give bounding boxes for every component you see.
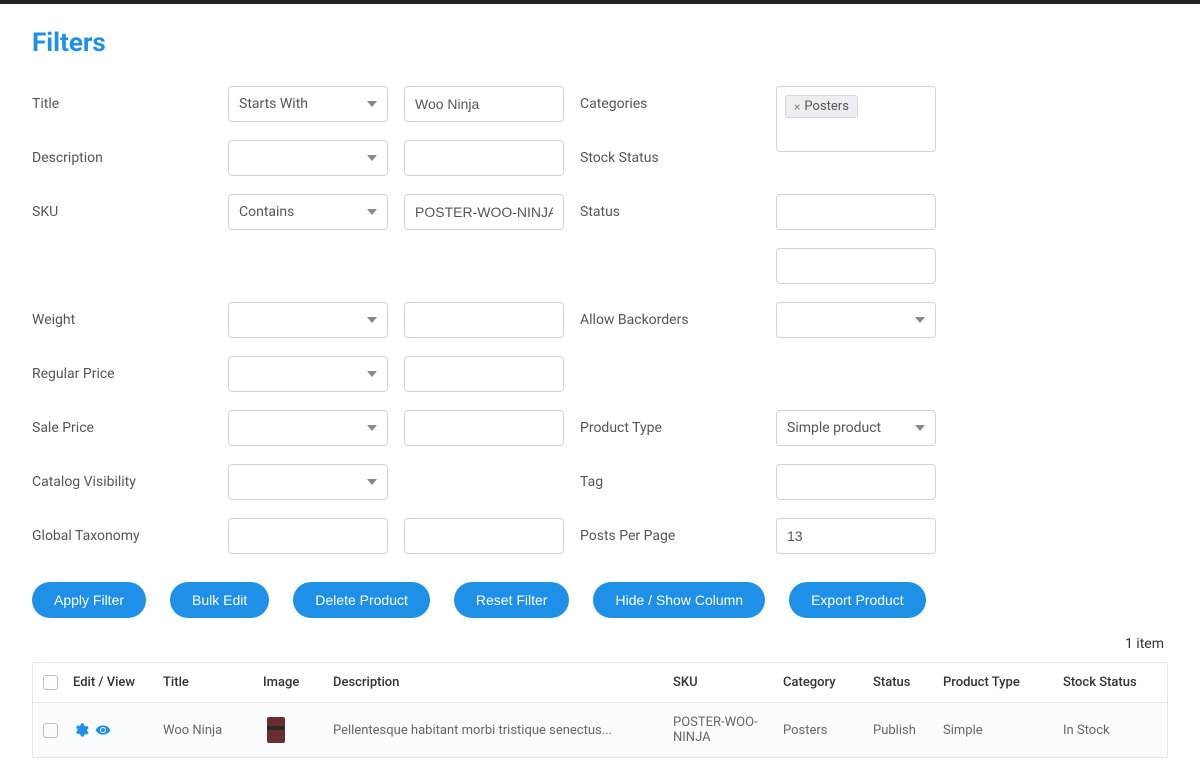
select-value: Starts With (239, 96, 308, 112)
checkbox-all[interactable] (43, 675, 58, 690)
input-sku-value[interactable] (404, 194, 564, 230)
item-count: 1 item (32, 636, 1168, 652)
label-stock-status: Stock Status (580, 150, 760, 166)
label-tag: Tag (580, 474, 760, 490)
cell-stock: In Stock (1063, 723, 1163, 738)
th-stock: Stock Status (1063, 675, 1163, 690)
select-catalog-visibility[interactable] (228, 464, 388, 500)
tag-remove-icon[interactable]: × (794, 100, 800, 114)
select-value: Contains (239, 204, 294, 220)
input-global-taxonomy-2[interactable] (404, 518, 564, 554)
row-actions (73, 722, 163, 738)
categories-tagbox[interactable]: × Posters (776, 86, 936, 152)
input-regprice-value[interactable] (404, 356, 564, 392)
page: Filters Title Starts With Categories × P… (0, 4, 1200, 782)
label-status: Status (580, 204, 760, 220)
chevron-down-icon (367, 479, 377, 485)
th-status: Status (873, 675, 943, 690)
eye-icon[interactable] (95, 722, 111, 738)
label-title: Title (32, 96, 212, 112)
select-value: Simple product (787, 420, 881, 436)
table-header: Edit / View Title Image Description SKU … (33, 663, 1167, 703)
label-regular-price: Regular Price (32, 366, 212, 382)
gear-icon[interactable] (73, 722, 89, 738)
chevron-down-icon (367, 371, 377, 377)
label-sku: SKU (32, 204, 212, 220)
input-description-value[interactable] (404, 140, 564, 176)
label-backorders: Allow Backorders (580, 312, 760, 328)
export-product-button[interactable]: Export Product (789, 582, 926, 618)
bulk-edit-button[interactable]: Bulk Edit (170, 582, 269, 618)
cell-description: Pellentesque habitant morbi tristique se… (333, 723, 673, 738)
hide-show-column-button[interactable]: Hide / Show Column (593, 582, 765, 618)
cell-category: Posters (783, 723, 873, 738)
input-global-taxonomy-1[interactable] (228, 518, 388, 554)
label-categories: Categories (580, 96, 760, 112)
chevron-down-icon (367, 101, 377, 107)
cell-title: Woo Ninja (163, 723, 263, 738)
input-saleprice-value[interactable] (404, 410, 564, 446)
reset-filter-button[interactable]: Reset Filter (454, 582, 570, 618)
select-sku-operator[interactable]: Contains (228, 194, 388, 230)
label-description: Description (32, 150, 212, 166)
input-stock-status[interactable] (776, 194, 936, 230)
label-catalog-visibility: Catalog Visibility (32, 474, 212, 490)
label-product-type: Product Type (580, 420, 760, 436)
filters-grid: Title Starts With Categories × Posters D… (32, 86, 1168, 554)
input-weight-value[interactable] (404, 302, 564, 338)
label-posts-per-page: Posts Per Page (580, 528, 760, 544)
select-product-type[interactable]: Simple product (776, 410, 936, 446)
delete-product-button[interactable]: Delete Product (293, 582, 430, 618)
cell-status: Publish (873, 723, 943, 738)
tag-label: Posters (804, 99, 849, 114)
th-category: Category (783, 675, 873, 690)
chevron-down-icon (367, 425, 377, 431)
table-row: Woo Ninja Pellentesque habitant morbi tr… (33, 703, 1167, 757)
input-status[interactable] (776, 248, 936, 284)
chevron-down-icon (367, 317, 377, 323)
input-tag[interactable] (776, 464, 936, 500)
products-table: Edit / View Title Image Description SKU … (32, 662, 1168, 758)
select-backorders[interactable] (776, 302, 936, 338)
chevron-down-icon (915, 425, 925, 431)
page-title: Filters (32, 28, 1168, 58)
th-image: Image (263, 675, 333, 690)
cell-ptype: Simple (943, 723, 1063, 738)
select-regprice-operator[interactable] (228, 356, 388, 392)
th-ptype: Product Type (943, 675, 1063, 690)
th-description: Description (333, 675, 673, 690)
chevron-down-icon (915, 317, 925, 323)
chevron-down-icon (367, 209, 377, 215)
th-editview: Edit / View (73, 675, 163, 690)
checkbox-row[interactable] (43, 723, 58, 738)
select-saleprice-operator[interactable] (228, 410, 388, 446)
chevron-down-icon (367, 155, 377, 161)
label-global-taxonomy: Global Taxonomy (32, 528, 212, 544)
tag-posters[interactable]: × Posters (785, 95, 858, 118)
select-title-operator[interactable]: Starts With (228, 86, 388, 122)
input-posts-per-page[interactable] (776, 518, 936, 554)
select-weight-operator[interactable] (228, 302, 388, 338)
action-buttons: Apply Filter Bulk Edit Delete Product Re… (32, 582, 1168, 618)
th-sku: SKU (673, 675, 783, 690)
apply-filter-button[interactable]: Apply Filter (32, 582, 146, 618)
th-title: Title (163, 675, 263, 690)
select-description-operator[interactable] (228, 140, 388, 176)
label-sale-price: Sale Price (32, 420, 212, 436)
label-weight: Weight (32, 312, 212, 328)
product-thumbnail[interactable] (267, 717, 285, 743)
cell-sku: POSTER-WOO-NINJA (673, 715, 783, 745)
input-title-value[interactable] (404, 86, 564, 122)
